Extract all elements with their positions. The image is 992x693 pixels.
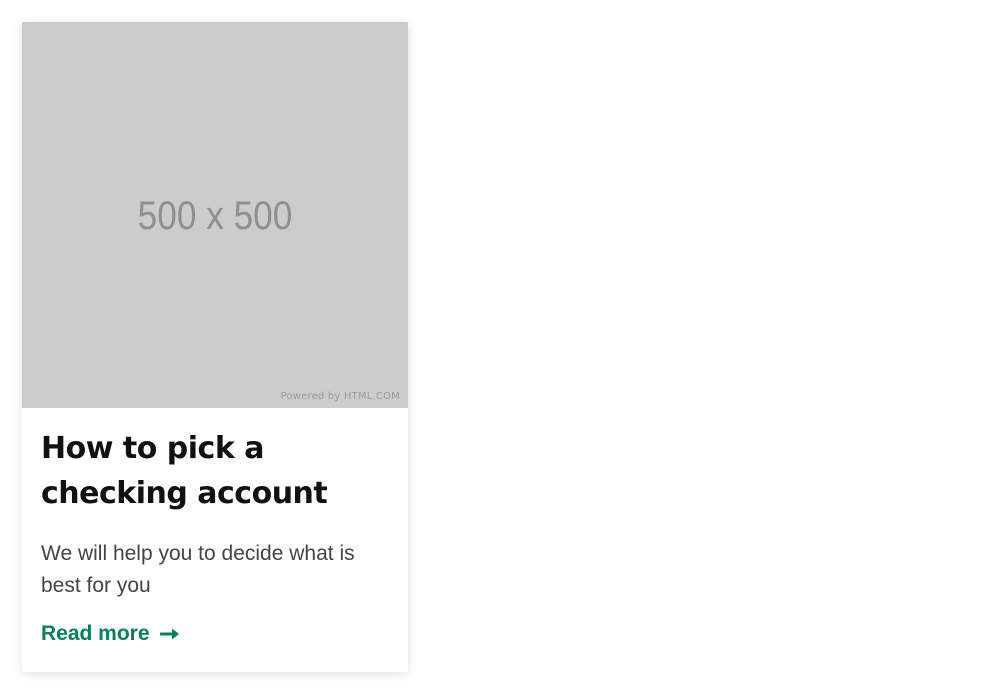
article-card: 500 x 500 Powered by HTML.COM How to pic… <box>22 22 408 672</box>
image-credit: Powered by HTML.COM <box>280 391 400 402</box>
card-image-placeholder: 500 x 500 Powered by HTML.COM <box>22 22 408 408</box>
arrow-right-icon <box>159 628 179 640</box>
read-more-link[interactable]: Read more <box>41 622 180 646</box>
read-more-label: Read more <box>41 622 150 645</box>
image-size-label: 500 x 500 <box>137 194 293 238</box>
card-description: We will help you to decide what is best … <box>41 542 355 597</box>
card-title: How to pick a checking account <box>41 431 328 511</box>
card-body: How to pick a checking account We will h… <box>22 408 408 646</box>
